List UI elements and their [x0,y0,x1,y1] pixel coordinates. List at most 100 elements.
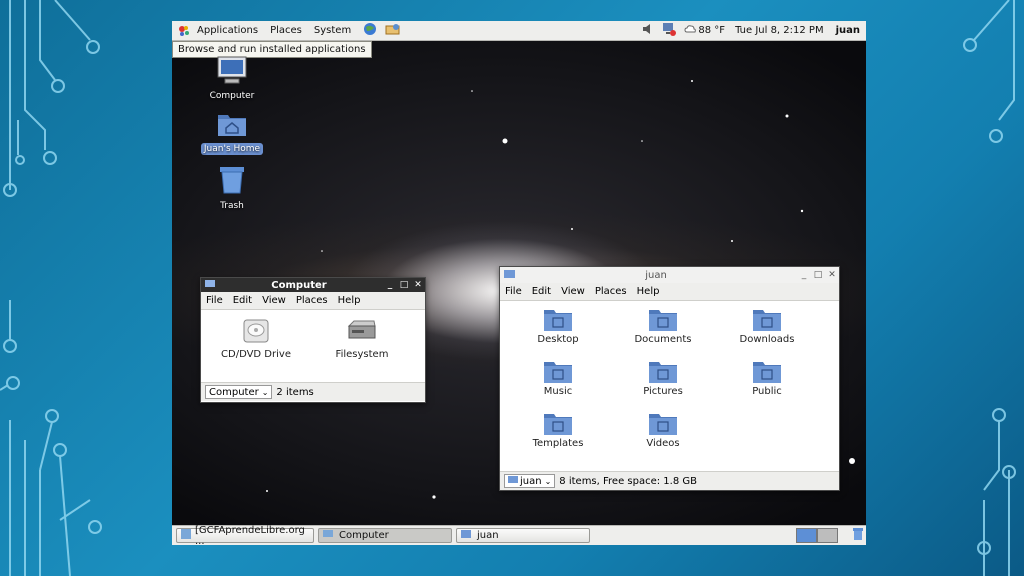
menu-file[interactable]: File [500,286,527,297]
weather-cloud-icon [684,24,697,37]
folder-item-public[interactable]: Public [722,359,812,397]
music-folder-icon [544,362,572,383]
location-label: juan [520,475,542,487]
cd-dvd-drive-item[interactable]: CD/DVD Drive [211,318,301,360]
taskbar-button-juan[interactable]: juan [456,528,590,543]
menu-edit[interactable]: Edit [527,286,556,297]
taskbar-label: juan [477,530,499,541]
close-icon[interactable]: ✕ [411,280,425,290]
folder-small-icon [508,475,518,487]
public-folder-icon [753,362,781,383]
computer-small-icon [205,279,215,292]
email-client-icon[interactable] [385,22,401,39]
folder-item-videos[interactable]: Videos [618,411,708,449]
desktop-icon-label: Computer [209,91,255,101]
trash-icon [220,167,244,194]
computer-small-icon [323,529,333,542]
taskbar-button-browser[interactable]: [GCFAprendeLibre.org ... [176,524,314,546]
chevron-down-icon: ⌄ [544,476,552,486]
computer-window-title: Computer [271,279,327,291]
downloads-folder-icon [753,310,781,331]
item-count: 8 items, Free space: 1.8 GB [559,475,697,487]
location-label: Computer [209,386,259,398]
location-selector[interactable]: Computer ⌄ [205,385,273,399]
templates-folder-icon [544,414,572,435]
trash-applet-icon[interactable] [852,527,864,544]
videos-folder-icon [649,414,677,435]
menu-view[interactable]: View [556,286,590,297]
folder-item-downloads[interactable]: Downloads [722,307,812,345]
folder-small-icon [461,529,471,542]
circuit-decoration-left [0,0,102,576]
menu-places[interactable]: Places [590,286,632,297]
desktop-icon-computer[interactable]: Computer [200,55,264,102]
home-window-menubar: File Edit View Places Help [500,283,839,301]
chevron-down-icon: ⌄ [261,387,269,397]
desktop-icon-trash[interactable]: Trash [200,165,264,212]
hard-drive-icon [347,320,376,339]
web-browser-icon[interactable] [363,22,377,39]
home-window-content: Desktop Documents Downloads Music Pictures Pu… [500,301,839,471]
menu-help[interactable]: Help [333,295,366,306]
documents-folder-icon [649,310,677,331]
circuit-decoration-right [963,0,1016,576]
folder-item-documents[interactable]: Documents [618,307,708,345]
desktop-folder-icon [544,310,572,331]
taskbar-label: [GCFAprendeLibre.org ... [195,524,305,546]
folder-small-icon [504,269,515,282]
item-label: Filesystem [335,349,389,360]
close-icon[interactable]: ✕ [825,270,839,280]
maximize-icon[interactable]: □ [811,270,825,280]
folder-label: Documents [634,334,692,345]
gnome-foot-icon[interactable] [177,24,191,38]
top-panel: Applications Places System 88 °F Tue Jul… [172,21,866,41]
volume-icon[interactable] [642,23,654,38]
workspace-switcher[interactable] [796,528,838,543]
desktop-screen: Applications Places System 88 °F Tue Jul… [172,21,866,545]
browser-small-icon [181,529,191,542]
minimize-icon[interactable]: _ [797,270,811,280]
folder-label: Public [752,386,782,397]
user-name[interactable]: juan [836,25,860,36]
menu-system[interactable]: System [308,25,357,36]
desktop-icon-home[interactable]: Juan's Home [200,110,264,155]
folder-label: Desktop [537,334,579,345]
weather-temperature[interactable]: 88 °F [698,25,725,36]
folder-item-desktop[interactable]: Desktop [513,307,603,345]
folder-label: Videos [646,438,680,449]
computer-icon [217,56,247,84]
filesystem-item[interactable]: Filesystem [317,318,407,360]
folder-label: Templates [532,438,584,449]
home-window-statusbar: juan ⌄ 8 items, Free space: 1.8 GB [500,471,839,490]
computer-window: Computer _ □ ✕ File Edit View Places Hel… [200,277,426,403]
menu-file[interactable]: File [201,295,228,306]
menu-places[interactable]: Places [291,295,333,306]
maximize-icon[interactable]: □ [397,280,411,290]
desktop-icon-label: Trash [220,201,244,211]
computer-window-statusbar: Computer ⌄ 2 items [201,382,425,401]
bottom-panel: [GCFAprendeLibre.org ... Computer juan [172,525,866,545]
home-folder-icon [218,115,246,136]
optical-drive-icon [243,319,269,343]
menu-help[interactable]: Help [632,286,665,297]
home-window-titlebar[interactable]: juan _ □ ✕ [500,267,839,283]
folder-item-pictures[interactable]: Pictures [618,359,708,397]
taskbar-button-computer[interactable]: Computer [318,528,452,543]
location-selector[interactable]: juan ⌄ [504,474,556,488]
computer-window-content: CD/DVD Drive Filesystem [201,310,425,382]
taskbar-label: Computer [339,530,389,541]
folder-item-music[interactable]: Music [513,359,603,397]
computer-window-titlebar[interactable]: Computer _ □ ✕ [201,278,425,292]
clock[interactable]: Tue Jul 8, 2:12 PM [735,25,824,36]
folder-label: Downloads [739,334,795,345]
menu-view[interactable]: View [257,295,291,306]
home-window: juan _ □ ✕ File Edit View Places Help De… [499,266,840,491]
network-icon[interactable] [662,22,677,39]
folder-item-templates[interactable]: Templates [513,411,603,449]
pictures-folder-icon [649,362,677,383]
minimize-icon[interactable]: _ [383,280,397,290]
menu-edit[interactable]: Edit [228,295,257,306]
menu-applications[interactable]: Applications [191,25,264,36]
home-window-title: juan [645,269,667,281]
menu-places[interactable]: Places [264,25,308,36]
